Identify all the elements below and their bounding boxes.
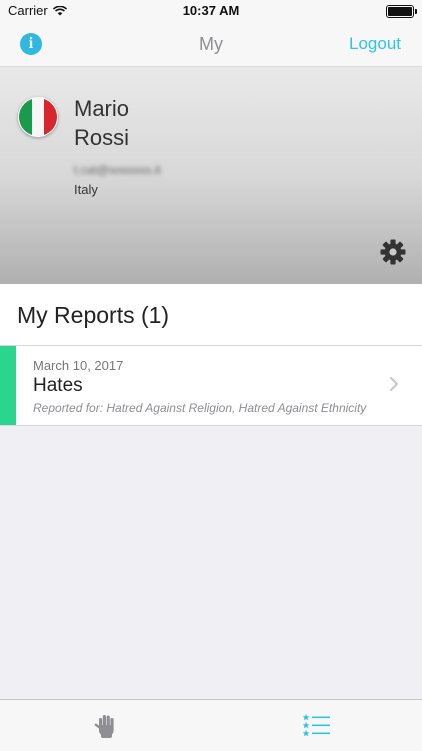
italy-flag-icon [18,97,58,137]
hand-icon[interactable] [92,712,120,740]
report-status-bar [0,346,16,425]
profile-country: Italy [74,182,98,197]
report-title: Hates [33,375,83,396]
status-bar: Carrier 10:37 AM [0,0,422,22]
chevron-right-icon [390,377,398,391]
list-icon[interactable] [302,711,332,739]
reports-title: My Reports (1) [17,302,170,328]
first-name: Mario [74,96,130,121]
profile-header: Mario Rossi t.cat@sosssss.it Italy [0,67,422,284]
last-name: Rossi [74,125,130,150]
reports-header: My Reports (1) [0,284,422,346]
profile-email: t.cat@sosssss.it [74,163,161,177]
report-subtitle: Reported for: Hatred Against Religion, H… [33,401,367,415]
report-date: March 10, 2017 [33,358,124,373]
logout-button[interactable]: Logout [349,34,401,54]
tab-bar [0,699,422,751]
status-time: 10:37 AM [182,3,240,18]
profile-name: Mario Rossi [74,94,129,152]
nav-bar: i My Logout [0,22,422,67]
gear-icon[interactable] [380,239,406,265]
report-row[interactable]: March 10, 2017 Hates Reported for: Hatre… [0,346,422,426]
battery-icon [386,5,417,18]
